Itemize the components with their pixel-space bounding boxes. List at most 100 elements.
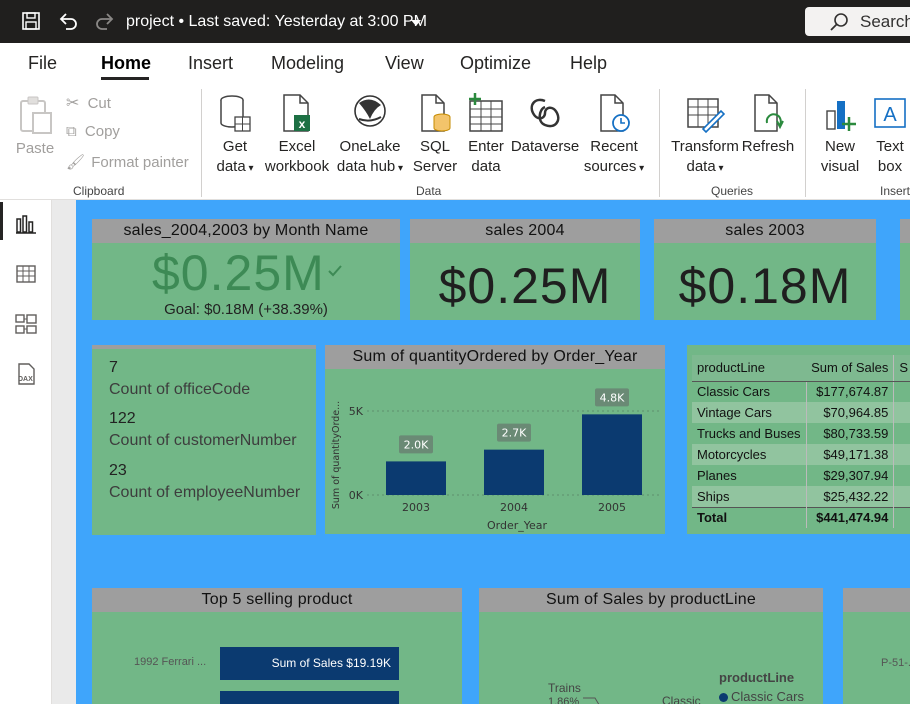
partial-visual[interactable]: P-51-... [843, 588, 910, 704]
dataverse-button[interactable]: Dataverse [510, 93, 580, 157]
refresh-icon [754, 94, 784, 132]
undo-icon[interactable] [57, 10, 79, 32]
card-sales-2004-value: $0.25M [438, 258, 612, 314]
pie-legend-item[interactable]: Classic Cars [719, 689, 804, 704]
matrix-cell-productline: Planes [697, 468, 737, 483]
menu-file[interactable]: File [28, 53, 57, 74]
file-name: project [126, 13, 175, 30]
matrix-header-productline[interactable]: productLine [692, 355, 807, 382]
search-box[interactable]: Search [805, 7, 910, 36]
ribbon-separator [201, 89, 202, 197]
transform-data-icon [687, 98, 725, 133]
card-sales-2003[interactable]: sales 2003 $0.18M [654, 219, 876, 320]
card-sales-2004[interactable]: sales 2004 $0.25M [410, 219, 640, 320]
pie-label-percent: 1.86% [548, 696, 580, 704]
transform-data-button[interactable]: Transform data ▾ [670, 93, 740, 179]
table-view-icon[interactable] [14, 262, 38, 286]
canvas-margin [52, 200, 76, 704]
table-row[interactable]: Vintage Cars $70,964.85 [692, 402, 910, 423]
model-view-icon[interactable] [14, 312, 38, 336]
top5-bar[interactable]: Sum of Sales $19.19K [220, 647, 399, 680]
format-painter-button[interactable]: 🖌 Format painter [66, 153, 189, 171]
pie-legend-label: Classic Cars [731, 689, 804, 704]
table-row[interactable]: Motorcycles $49,171.38 [692, 444, 910, 465]
refresh-button[interactable]: Refresh [740, 93, 796, 157]
top5-title: Top 5 selling product [92, 588, 462, 612]
paste-label: Paste [15, 140, 55, 157]
text-box-label-1: Text [876, 138, 904, 155]
kpi-visual[interactable]: sales_2004,2003 by Month Name $0.25M Goa… [92, 219, 400, 320]
redo-icon[interactable] [94, 10, 116, 32]
excel-workbook-button[interactable]: x Excel workbook [262, 93, 332, 177]
recent-sources-icon [600, 94, 630, 132]
bar-chart-visual[interactable]: Sum of quantityOrdered by Order_Year 2.0… [325, 345, 665, 534]
title-bar: project • Last saved: Yesterday at 3:00 … [0, 0, 910, 43]
pie-visual[interactable]: Sum of Sales by productLine Trains 1.86%… [479, 588, 823, 704]
matrix-header-partial[interactable]: S▼ [893, 355, 910, 382]
bar-chart-title: Sum of quantityOrdered by Order_Year [325, 345, 665, 369]
chevron-down-icon[interactable] [410, 19, 422, 27]
kpi-value: $0.25M [152, 245, 325, 301]
recent-sources-label-1: Recent [590, 138, 638, 155]
bar-2003[interactable] [386, 461, 446, 495]
table-row[interactable]: Planes $29,307.94 [692, 465, 910, 486]
menu-insert[interactable]: Insert [188, 53, 233, 74]
top5-visual[interactable]: Top 5 selling product 1992 Ferrari ... S… [92, 588, 462, 704]
report-canvas: sales_2004,2003 by Month Name $0.25M Goa… [76, 200, 910, 704]
menu-optimize[interactable]: Optimize [460, 53, 531, 74]
multirow-value-2: 122 [109, 410, 136, 427]
dax-query-view-icon[interactable]: DAX [14, 362, 38, 386]
menu-view[interactable]: View [385, 53, 424, 74]
sql-server-icon [421, 94, 451, 132]
chevron-down-icon: ▾ [636, 163, 645, 174]
copy-button[interactable]: ⧉ Copy [66, 123, 120, 140]
save-icon[interactable] [20, 10, 42, 32]
bar-2005[interactable] [582, 414, 642, 495]
insert-group-label: Insert [880, 184, 910, 198]
text-box-button[interactable]: A Text box [866, 93, 910, 177]
excel-icon: x [283, 94, 310, 132]
table-row[interactable]: Ships $25,432.22 [692, 486, 910, 507]
top5-bar-tooltip: Sum of Sales $19.19K [271, 656, 391, 670]
x-tick-label: 2005 [598, 501, 626, 514]
top5-bar[interactable] [220, 691, 399, 704]
new-visual-button[interactable]: New visual [814, 93, 866, 177]
x-tick-label: 2003 [402, 501, 430, 514]
onelake-data-hub-button[interactable]: OneLake data hub ▾ [334, 93, 406, 179]
recent-sources-button[interactable]: Recent sources ▾ [582, 93, 646, 179]
table-row[interactable]: Trucks and Buses $80,733.59 [692, 423, 910, 444]
matrix-cell-sales: $29,307.94 [805, 465, 894, 486]
view-switcher: DAX [0, 200, 52, 704]
paste-button[interactable]: Paste [14, 95, 56, 159]
pie-legend-title: productLine [719, 670, 795, 685]
search-placeholder: Search [860, 12, 910, 31]
report-view-icon[interactable] [14, 212, 38, 236]
card-partial[interactable] [900, 219, 910, 320]
matrix-cell-partial [893, 465, 910, 486]
multi-row-card[interactable]: 7 Count of officeCode 122 Count of custo… [92, 345, 316, 535]
bar-2004[interactable] [484, 449, 544, 495]
menu-home[interactable]: Home [101, 53, 151, 74]
document-title[interactable]: project • Last saved: Yesterday at 3:00 … [126, 13, 427, 31]
menu-help[interactable]: Help [570, 53, 607, 74]
cut-button[interactable]: ✂ Cut [66, 93, 111, 113]
matrix-visual[interactable]: productLine Sum of Sales S▼ Classic Cars… [687, 345, 910, 534]
multirow-value-1: 7 [109, 359, 118, 376]
matrix-cell-sales: $70,964.85 [805, 402, 894, 423]
ribbon: Paste ✂ Cut ⧉ Copy 🖌 Format painter Clip… [0, 81, 910, 200]
get-data-button[interactable]: Get data ▾ [212, 93, 258, 179]
partial-visual-header [843, 588, 910, 612]
sql-server-button[interactable]: SQL Server [412, 93, 458, 177]
table-row[interactable]: Classic Cars $177,674.87 [692, 381, 910, 402]
chevron-down-icon: ▾ [395, 163, 404, 174]
data-label: 2.7K [502, 427, 527, 440]
enter-data-button[interactable]: Enter data [464, 93, 508, 177]
onelake-label-1: OneLake [339, 138, 401, 155]
matrix-total-row[interactable]: Total $441,474.94 [692, 506, 910, 528]
menu-modeling[interactable]: Modeling [271, 53, 344, 74]
onelake-label-2: data hub [336, 158, 396, 175]
partial-visual-label: P-51-... [881, 657, 910, 669]
bar-chart-y-axis-title: Sum of quantityOrde... [331, 401, 342, 509]
matrix-cell-productline: Classic Cars [697, 384, 770, 400]
matrix-header-sum-of-sales[interactable]: Sum of Sales [806, 355, 894, 382]
